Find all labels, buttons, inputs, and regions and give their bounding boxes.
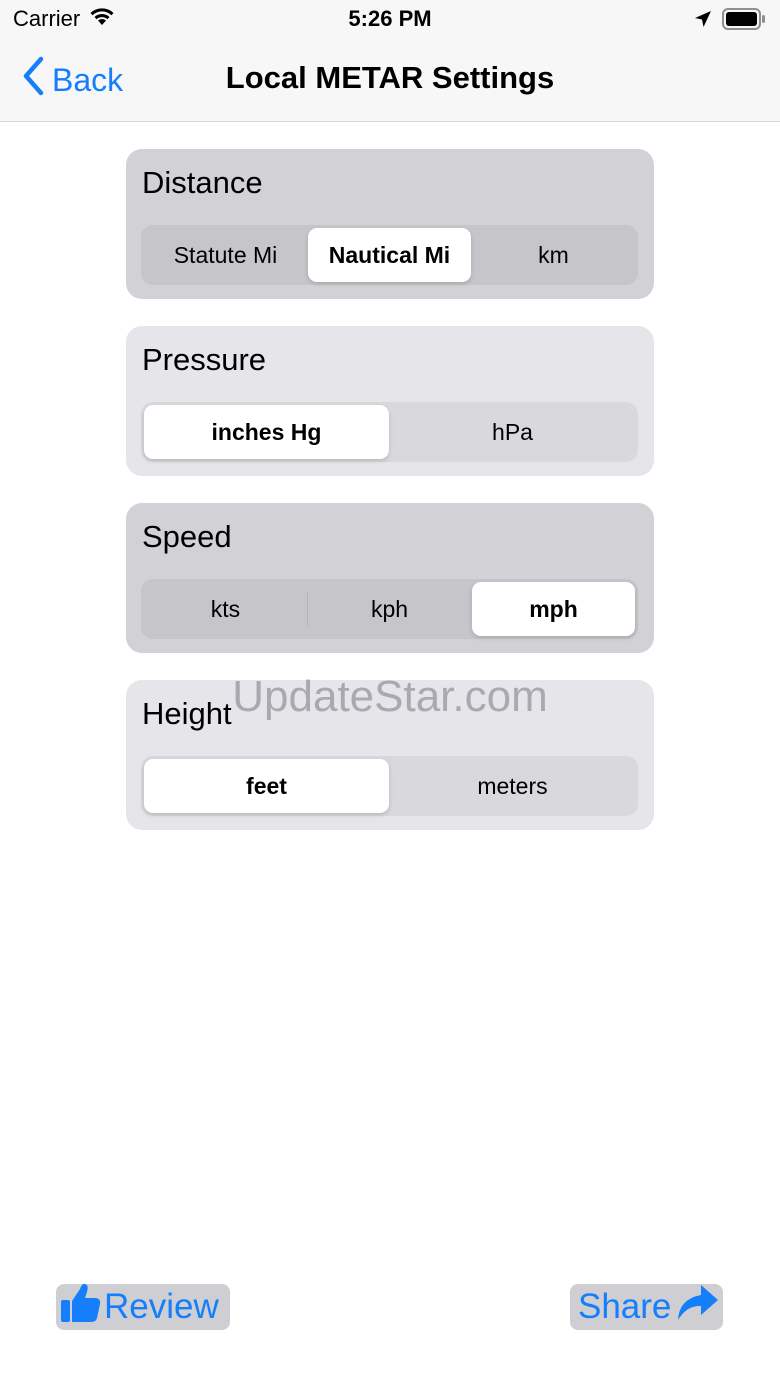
location-arrow-icon [694, 10, 712, 33]
segment-statute-mi[interactable]: Statute Mi [144, 228, 307, 282]
pressure-setting-card: Pressure inches Hg hPa [126, 326, 654, 476]
distance-title: Distance [142, 165, 263, 200]
segment-meters[interactable]: meters [390, 759, 635, 813]
segment-mph[interactable]: mph [472, 582, 635, 636]
height-segmented-control: feet meters [141, 756, 638, 816]
thumbs-up-icon [60, 1281, 104, 1334]
height-title: Height [142, 696, 232, 731]
speed-setting-card: Speed kts kph mph [126, 503, 654, 653]
navigation-bar: Back Local METAR Settings [0, 40, 780, 122]
height-setting-card: Height feet meters [126, 680, 654, 830]
segment-feet[interactable]: feet [144, 759, 389, 813]
pressure-title: Pressure [142, 342, 267, 377]
share-arrow-icon [671, 1283, 719, 1332]
segment-kph[interactable]: kph [308, 582, 471, 636]
status-time: 5:26 PM [348, 6, 432, 31]
segment-inches-hg[interactable]: inches Hg [144, 405, 389, 459]
status-bar: Carrier 5:26 PM [0, 0, 780, 40]
review-label: Review [104, 1287, 219, 1326]
segment-kts[interactable]: kts [144, 582, 307, 636]
share-button[interactable]: Share [570, 1284, 723, 1330]
review-button[interactable]: Review [56, 1283, 230, 1330]
segment-nautical-mi[interactable]: Nautical Mi [308, 228, 471, 282]
speed-title: Speed [142, 519, 232, 554]
page-title: Local METAR Settings [225, 60, 555, 95]
speed-segmented-control: kts kph mph [141, 579, 638, 639]
distance-segmented-control: Statute Mi Nautical Mi km [141, 225, 638, 285]
pressure-segmented-control: inches Hg hPa [141, 402, 638, 462]
distance-setting-card: Distance Statute Mi Nautical Mi km [126, 149, 654, 299]
battery-icon [722, 8, 766, 35]
segment-hpa[interactable]: hPa [390, 405, 635, 459]
status-right-icons [694, 8, 766, 35]
segment-km[interactable]: km [472, 228, 635, 282]
share-label: Share [578, 1287, 672, 1326]
